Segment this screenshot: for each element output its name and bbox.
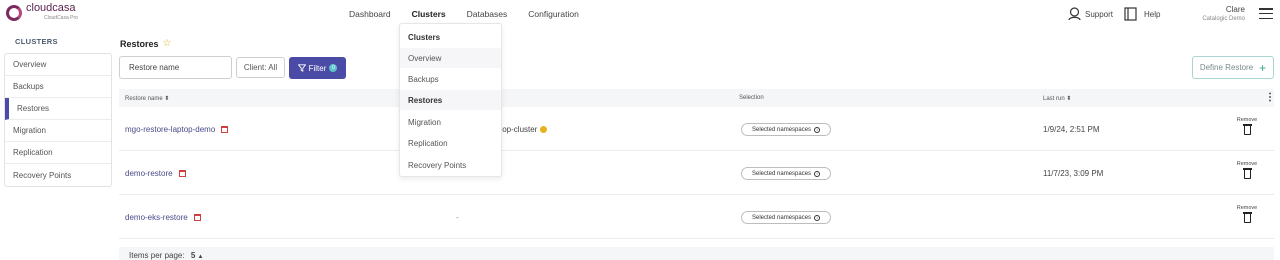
column-header-selection: Selection <box>739 95 764 101</box>
hamburger-menu-icon[interactable] <box>1259 8 1273 19</box>
sidebar-item-migration[interactable]: Migration <box>5 120 111 142</box>
client-filter-button[interactable]: Client: All <box>236 57 285 78</box>
trash-icon[interactable] <box>1242 212 1252 223</box>
dropdown-item-restores[interactable]: Restores <box>400 90 501 110</box>
table-row: demo-restore Selected namespaces i 11/7/2… <box>119 152 1274 195</box>
define-restore-button[interactable]: Define Restore + <box>1192 56 1274 79</box>
plus-icon: + <box>1259 60 1267 75</box>
sidebar-item-recovery-points[interactable]: Recovery Points <box>5 164 111 186</box>
support-link[interactable]: Support <box>1068 7 1113 21</box>
calendar-icon <box>193 214 201 221</box>
selected-namespaces-pill[interactable]: Selected namespaces i <box>741 123 832 136</box>
calendar-icon <box>221 126 229 133</box>
dropdown-item-overview[interactable]: Overview <box>400 48 501 68</box>
items-per-page-label: Items per page: <box>129 251 185 260</box>
restore-name: demo-restore <box>125 169 173 178</box>
column-header-last-run[interactable]: Last run ⬍ <box>1043 95 1071 102</box>
top-bar: cloudcasa CloudCasa Pro Dashboard Cluste… <box>0 0 1280 28</box>
sidebar-title: CLUSTERS <box>15 37 58 46</box>
sidebar-item-replication[interactable]: Replication <box>5 142 111 164</box>
sidebar-item-restores[interactable]: Restores <box>5 98 111 120</box>
nav-databases[interactable]: Databases <box>467 9 508 19</box>
brand-subtitle: CloudCasa Pro <box>44 15 78 21</box>
table-row: mgo-restore-laptop-demo top-cluster Sele… <box>119 108 1274 151</box>
main-nav: Dashboard Clusters Databases Configurati… <box>349 9 600 19</box>
restore-name: mgo-restore-laptop-demo <box>125 125 216 134</box>
dropdown-item-backups[interactable]: Backups <box>400 69 501 89</box>
user-menu[interactable]: Clare Catalogic Demo <box>1188 5 1245 22</box>
nav-dashboard[interactable]: Dashboard <box>349 9 391 19</box>
items-per-page-select[interactable]: 5 ▲ <box>191 251 204 260</box>
restore-name-search-input[interactable] <box>119 56 232 79</box>
table-header: Restore name ⬍ Selection Last run ⬍ ⋮ <box>119 89 1275 107</box>
help-link[interactable]: Help <box>1124 7 1160 21</box>
selection-label: Selected namespaces <box>752 214 812 221</box>
remove-label: Remove <box>1236 117 1258 123</box>
nav-configuration[interactable]: Configuration <box>528 9 579 19</box>
warning-icon <box>540 126 548 133</box>
remove-action[interactable]: Remove <box>1235 205 1259 223</box>
brand-logo[interactable]: cloudcasa CloudCasa Pro <box>6 3 78 23</box>
calendar-icon <box>178 170 186 177</box>
caret-up-icon: ▲ <box>197 254 204 260</box>
support-icon <box>1068 7 1081 21</box>
cluster-name: - <box>456 213 459 222</box>
pagination-footer: Items per page: 5 ▲ <box>119 247 1274 260</box>
support-label: Support <box>1085 9 1114 19</box>
cluster-name: top-cluster <box>500 125 548 134</box>
last-run: 1/9/24, 2:51 PM <box>1043 125 1100 134</box>
help-label: Help <box>1144 9 1161 19</box>
selected-namespaces-pill[interactable]: Selected namespaces i <box>741 211 832 224</box>
restore-name-link[interactable]: demo-restore <box>125 169 186 178</box>
sidebar-item-backups[interactable]: Backups <box>5 76 111 98</box>
dropdown-header: Clusters <box>408 32 441 42</box>
define-restore-label: Define Restore <box>1199 63 1254 72</box>
restore-name: demo-eks-restore <box>125 213 188 222</box>
page-title-text: Restores <box>120 38 159 49</box>
table-row: demo-eks-restore - Selected namespaces i … <box>119 196 1274 239</box>
dropdown-item-recovery-points[interactable]: Recovery Points <box>400 155 501 175</box>
help-book-icon <box>1124 7 1137 21</box>
last-run: 11/7/23, 3:09 PM <box>1043 169 1104 178</box>
filter-button[interactable]: Filter 0 <box>289 57 346 79</box>
selected-namespaces-pill[interactable]: Selected namespaces i <box>741 167 832 180</box>
nav-clusters[interactable]: Clusters <box>412 9 446 19</box>
filter-funnel-icon <box>297 64 306 72</box>
column-header-restore-name[interactable]: Restore name ⬍ <box>125 95 169 102</box>
favorite-star-icon[interactable]: ☆ <box>163 38 172 49</box>
cluster-label: top-cluster <box>500 125 538 134</box>
selection-label: Selected namespaces <box>752 126 812 133</box>
remove-label: Remove <box>1236 205 1258 211</box>
trash-icon[interactable] <box>1242 168 1252 179</box>
remove-action[interactable]: Remove <box>1235 161 1259 179</box>
remove-label: Remove <box>1236 161 1258 167</box>
selection-label: Selected namespaces <box>752 170 812 177</box>
restore-name-link[interactable]: demo-eks-restore <box>125 213 201 222</box>
user-name: Clare <box>1225 5 1245 14</box>
filter-label: Filter <box>308 63 327 73</box>
info-icon: i <box>814 214 821 221</box>
column-menu-icon[interactable]: ⋮ <box>1265 92 1275 103</box>
clusters-dropdown-menu: Clusters Overview Backups Restores Migra… <box>399 23 502 177</box>
trash-icon[interactable] <box>1242 124 1252 135</box>
dropdown-item-migration[interactable]: Migration <box>400 112 501 132</box>
filter-count-badge: 0 <box>329 64 338 72</box>
cloudcasa-logo-icon <box>6 5 22 21</box>
dropdown-item-replication[interactable]: Replication <box>400 133 501 153</box>
sidebar: Overview Backups Restores Migration Repl… <box>4 53 112 187</box>
page-title: Restores ☆ <box>120 38 172 49</box>
restore-name-link[interactable]: mgo-restore-laptop-demo <box>125 125 229 134</box>
remove-action[interactable]: Remove <box>1235 117 1259 135</box>
info-icon: i <box>814 170 821 177</box>
info-icon: i <box>814 126 821 133</box>
items-per-page-value: 5 <box>190 251 196 260</box>
sidebar-item-overview[interactable]: Overview <box>5 54 111 76</box>
user-org: Catalogic Demo <box>1202 16 1245 22</box>
